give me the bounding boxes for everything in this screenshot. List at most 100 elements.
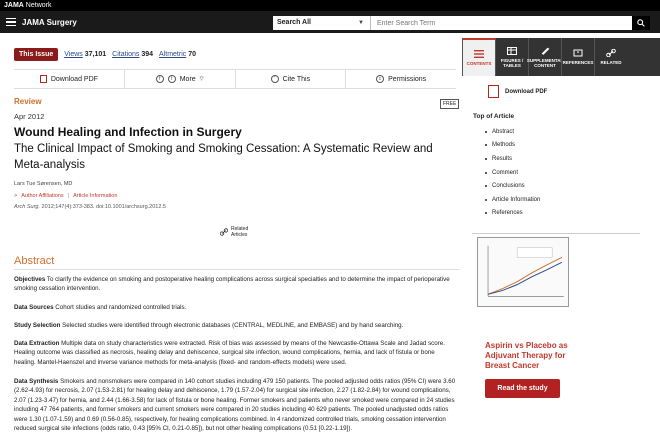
related-articles-button[interactable]: Related Articles: [220, 226, 253, 238]
quote-icon: ”: [270, 75, 279, 83]
ad-title[interactable]: Aspirin vs Placebo as Adjuvant Therapy f…: [485, 341, 585, 371]
selection-label: Study Selection: [14, 322, 61, 329]
chevron-down-icon: ▽: [199, 76, 204, 82]
network-suffix: Network: [25, 2, 52, 9]
toc-heading[interactable]: Top of Article: [473, 113, 514, 120]
citations-count: 394: [141, 51, 154, 58]
views-count: 37,101: [84, 51, 107, 58]
site-header: JAMA Surgery Search All ▼: [0, 11, 660, 33]
synthesis-text: Smokers and nonsmokers were compared in …: [14, 378, 456, 433]
list-icon: [474, 50, 484, 58]
twitter-icon: t: [167, 75, 176, 83]
author-affiliations-link[interactable]: Author Affiliations: [21, 193, 63, 199]
sources-text: Cohort studies and randomized controlled…: [55, 304, 187, 311]
toc-item-results[interactable]: Results: [485, 152, 540, 166]
tab-figures-tables[interactable]: FIGURES / TABLES: [495, 38, 528, 76]
search-bar: Search All ▼: [273, 16, 650, 30]
table-of-contents: Abstract Methods Results Comment Conclus…: [485, 125, 540, 220]
link-icon: [220, 228, 228, 236]
search-button[interactable]: [632, 16, 650, 30]
article-stats: This Issue Views 37,101 Citations 394 Al…: [14, 48, 196, 61]
citations-stat[interactable]: Citations 394: [112, 51, 153, 58]
tab-references-label: REFERENCES: [562, 60, 594, 65]
article-sidebar: CONTENTS FIGURES / TABLES SUPPLEMENTAL C…: [462, 33, 660, 440]
article-main: This Issue Views 37,101 Citations 394 Al…: [0, 33, 462, 440]
views-label: Views: [64, 51, 83, 58]
sources-label: Data Sources: [14, 304, 54, 311]
abstract-sources: Data Sources Cohort studies and randomiz…: [14, 303, 458, 312]
toc-item-article-information[interactable]: Article Information: [485, 193, 540, 207]
objectives-label: Objectives: [14, 276, 46, 283]
altmetric-stat[interactable]: Altmetric 70: [159, 51, 196, 58]
tab-contents-label: CONTENTS: [466, 61, 492, 66]
paperclip-icon: [541, 47, 550, 55]
author-links: > Author Affiliations | Article Informat…: [14, 193, 117, 199]
toc-item-comment[interactable]: Comment: [485, 166, 540, 180]
tabs-filler: [627, 38, 660, 76]
facebook-icon: f: [155, 75, 164, 83]
article-actions: Download PDF f t More ▽ ” Cite This c Permiss…: [14, 69, 456, 89]
sidebar-tabs: CONTENTS FIGURES / TABLES SUPPLEMENTAL C…: [462, 38, 660, 76]
quote-icon: “: [573, 49, 583, 57]
toc-item-conclusions[interactable]: Conclusions: [485, 179, 540, 193]
pdf-icon: [39, 75, 47, 83]
tab-supplemental-content[interactable]: SUPPLEMENTAL CONTENT: [527, 38, 563, 76]
toc-item-methods[interactable]: Methods: [485, 139, 540, 153]
cite-this-label: Cite This: [282, 75, 311, 83]
journal-logo[interactable]: JAMA Surgery: [22, 18, 77, 27]
selection-text: Selected studies were identified through…: [62, 322, 404, 329]
search-scope-select[interactable]: Search All ▼: [273, 16, 371, 30]
tab-references[interactable]: “ REFERENCES: [561, 38, 594, 76]
article-title: Wound Healing and Infection in Surgery: [14, 125, 242, 139]
search-icon: [637, 19, 645, 27]
extraction-text: Multiple data on study characteristics w…: [14, 340, 445, 366]
author-name[interactable]: Lars Tue Sørensen, MD: [14, 181, 72, 187]
search-input[interactable]: [371, 16, 632, 30]
free-badge: FREE: [440, 99, 460, 109]
abstract-selection: Study Selection Selected studies were id…: [14, 321, 458, 330]
abstract-heading: Abstract: [14, 255, 55, 267]
tab-related[interactable]: RELATED: [594, 38, 627, 76]
link-icon: [606, 49, 616, 57]
journal-abbreviation: Arch Surg.: [14, 204, 40, 210]
more-button[interactable]: f t More ▽: [125, 70, 236, 88]
permissions-button[interactable]: c Permissions: [346, 70, 456, 88]
pdf-icon: [488, 85, 499, 98]
network-brand: JAMA: [4, 2, 24, 9]
download-pdf-button[interactable]: Download PDF: [14, 70, 125, 88]
advertisement[interactable]: Aspirin vs Placebo as Adjuvant Therapy f…: [472, 233, 640, 403]
chevron-right-icon: >: [14, 193, 18, 199]
sidebar-pdf-label: Download PDF: [505, 88, 548, 95]
altmetric-label: Altmetric: [159, 51, 187, 58]
read-study-button[interactable]: Read the study: [485, 379, 560, 398]
tab-contents[interactable]: CONTENTS: [462, 38, 495, 76]
divider: [14, 269, 459, 270]
separator: |: [67, 193, 70, 199]
toc-item-references[interactable]: References: [485, 207, 540, 221]
tab-figures-tables-label: FIGURES / TABLES: [500, 57, 524, 68]
citation-line: Arch Surg. 2012;147(4):373-383. doi:10.1…: [14, 204, 166, 210]
more-label: More: [179, 75, 196, 83]
citation-details: 2012;147(4):373-383. doi:10.1001/archsur…: [41, 204, 166, 210]
figures-icon: [507, 46, 517, 55]
abstract-extraction: Data Extraction Multiple data on study c…: [14, 339, 458, 367]
network-bar: JAMA Network: [0, 0, 660, 11]
extraction-label: Data Extraction: [14, 340, 60, 347]
publish-date: Apr 2012: [14, 112, 45, 121]
permissions-label: Permissions: [388, 75, 427, 83]
chevron-down-icon: ▼: [358, 20, 364, 26]
toc-item-abstract[interactable]: Abstract: [485, 125, 540, 139]
abstract-synthesis: Data Synthesis Smokers and nonsmokers we…: [14, 377, 458, 433]
article-information-link[interactable]: Article Information: [73, 193, 117, 199]
synthesis-label: Data Synthesis: [14, 378, 59, 385]
citations-label: Citations: [112, 51, 140, 58]
this-issue-button[interactable]: This Issue: [14, 48, 59, 61]
cite-this-button[interactable]: ” Cite This: [236, 70, 347, 88]
menu-icon[interactable]: [6, 17, 16, 27]
sidebar-download-pdf[interactable]: Download PDF: [488, 85, 547, 98]
views-stat[interactable]: Views 37,101: [64, 51, 106, 58]
altmetric-score: 70: [188, 51, 197, 58]
copyright-icon: c: [376, 75, 385, 83]
search-scope-label: Search All: [277, 19, 311, 26]
ad-chart-thumbnail: [477, 237, 569, 307]
